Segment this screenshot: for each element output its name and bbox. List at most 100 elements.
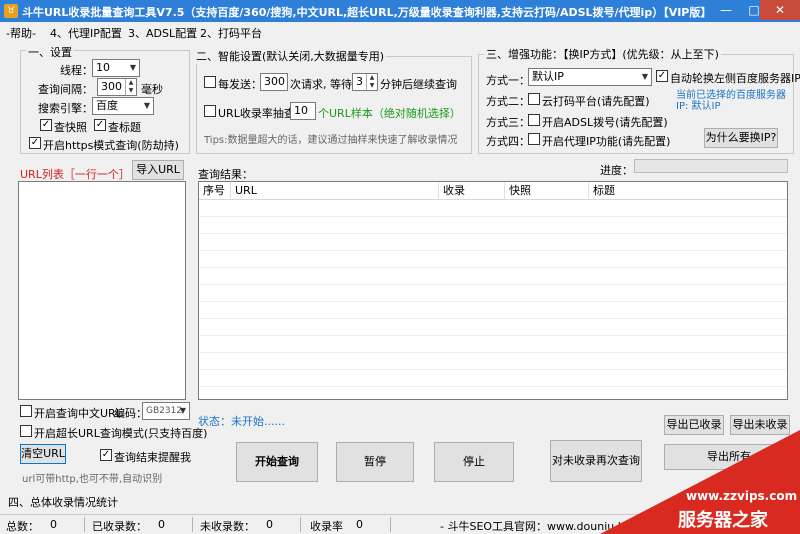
chevron-down-icon: ▼ [129, 63, 136, 72]
method2-checkbox[interactable] [528, 93, 540, 105]
interval-unit: 毫秒 [141, 83, 163, 96]
auto-switch-label: 自动轮换左侧百度服务器IP [670, 72, 800, 85]
clear-url-button[interactable]: 清空URL [20, 444, 66, 464]
col-header-index[interactable]: 序号 [199, 182, 231, 199]
wait-unit: 分钟后继续查询 [380, 78, 457, 91]
stats-title: 四、总体收录情况统计 [8, 496, 118, 509]
footer-website[interactable]: - 斗牛SEO工具官网：www.douniu.la [440, 518, 628, 534]
progress-bar [634, 159, 788, 173]
title-checkbox[interactable]: ✓ [94, 119, 106, 131]
method1-label: 方式一： [486, 74, 530, 87]
every-send-value: 300 [264, 75, 285, 88]
url-hint: url可带http,也可不带,自动识别 [22, 474, 163, 485]
col-header-title[interactable]: 标题 [589, 182, 787, 199]
spin-arrows-icon[interactable]: ▲ ▼ [366, 74, 377, 90]
chevron-down-icon: ▼ [641, 72, 648, 81]
engine-select[interactable]: 百度 ▼ [92, 97, 154, 115]
interval-label: 查询间隔： [38, 83, 93, 96]
long-url-checkbox[interactable] [20, 425, 32, 437]
app-bull-icon: ♉ [4, 4, 18, 18]
every-send-input[interactable]: 300 [260, 73, 288, 91]
results-label: 查询结果： [198, 168, 253, 181]
method3-label: 方式三： [486, 116, 530, 129]
encoding-select[interactable]: GB2312 ▼ [142, 402, 190, 420]
method3-checkbox[interactable] [528, 114, 540, 126]
requery-unindexed-button[interactable]: 对未收录再次查询 [550, 440, 642, 482]
header-divider [199, 199, 787, 200]
pause-button[interactable]: 暂停 [336, 442, 414, 482]
grid-line [199, 233, 787, 234]
minimize-button[interactable]: — [712, 0, 740, 20]
grid-line [199, 335, 787, 336]
chinese-url-label: 开启查询中文URL [34, 407, 122, 420]
auto-switch-checkbox[interactable]: ✓ [656, 70, 668, 82]
threads-value: 10 [96, 61, 110, 74]
snapshot-checkbox[interactable]: ✓ [40, 119, 52, 131]
status-separator [84, 517, 85, 532]
grid-line [199, 352, 787, 353]
col-header-url[interactable]: URL [231, 182, 439, 199]
threads-select[interactable]: 10 ▼ [92, 59, 140, 77]
grid-line [199, 267, 787, 268]
method4-checkbox[interactable] [528, 133, 540, 145]
col-header-indexed[interactable]: 收录 [439, 182, 505, 199]
tips-text: Tips:数据量超大的话，建议通过抽样来快速了解收录情况 [204, 135, 458, 146]
smart-group-title: 二、智能设置(默认关闭,大数据量专用) [194, 48, 387, 64]
remind-checkbox[interactable]: ✓ [100, 449, 112, 461]
sample-hint: 个URL样本（绝对随机选择） [318, 107, 461, 120]
https-label: 开启https模式查询(防劫持) [43, 139, 179, 152]
https-checkbox[interactable]: ✓ [29, 137, 41, 149]
method3-text: 开启ADSL拨号(请先配置) [542, 116, 668, 129]
menu-proxy-config[interactable]: 4、代理IP配置 [50, 25, 122, 41]
method2-label: 方式二： [486, 95, 530, 108]
status-text: 状态：未开始...... [198, 415, 285, 428]
chevron-down-icon: ▼ [179, 406, 186, 415]
grid-line [199, 284, 787, 285]
menu-captcha-platform[interactable]: 2、打码平台 [200, 25, 262, 41]
col-header-snapshot[interactable]: 快照 [505, 182, 589, 199]
wait-value: 3 [356, 75, 363, 88]
close-button[interactable]: ✕ [760, 0, 800, 20]
current-ip-line2: IP: 默认IP [676, 101, 721, 112]
spin-arrows-icon[interactable]: ▲ ▼ [125, 79, 136, 95]
threads-label: 线程： [60, 64, 93, 77]
results-grid[interactable]: 序号 URL 收录 快照 标题 [198, 181, 788, 400]
rate-value: 0 [356, 518, 363, 531]
grid-line [199, 318, 787, 319]
engine-label: 搜索引擎： [38, 102, 93, 115]
url-list-textarea[interactable] [18, 181, 186, 400]
grid-line [199, 386, 787, 387]
method2-text: 云打码平台(请先配置) [542, 95, 650, 108]
chinese-url-checkbox[interactable] [20, 405, 32, 417]
start-query-button[interactable]: 开始查询 [236, 442, 318, 482]
method1-select[interactable]: 默认IP ▼ [528, 68, 652, 86]
long-url-label: 开启超长URL查询模式(只支持百度) [34, 427, 208, 440]
url-list-label: URL列表［一行一个］ [20, 168, 130, 181]
settings-group-title: 一、设置 [26, 44, 74, 60]
wait-stepper[interactable]: 3 ▲ ▼ [352, 73, 378, 91]
enhance-group-title: 三、增强功能：【换IP方式】(优先级：从上至下) [484, 46, 721, 62]
watermark-url: www.zzvips.com [686, 489, 798, 503]
export-indexed-button[interactable]: 导出已收录 [664, 415, 724, 435]
grid-line [199, 250, 787, 251]
import-url-button[interactable]: 导入URL [132, 160, 184, 180]
encoding-value: GB2312 [146, 406, 183, 416]
menu-help[interactable]: -帮助- [6, 25, 36, 41]
method4-text: 开启代理IP功能(请先配置) [542, 135, 671, 148]
unindexed-label: 未收录数： [200, 520, 255, 533]
title-label: 查标题 [108, 121, 141, 134]
export-unindexed-button[interactable]: 导出未收录 [730, 415, 790, 435]
sample-checkbox[interactable] [204, 105, 216, 117]
interval-stepper[interactable]: 300 ▲ ▼ [97, 78, 137, 96]
method4-label: 方式四： [486, 135, 530, 148]
status-separator [300, 517, 301, 532]
why-switch-ip-button[interactable]: 为什么要换IP? [704, 128, 778, 148]
sample-input[interactable]: 10 [290, 102, 316, 120]
rate-label: 收录率 [310, 520, 343, 533]
interval-value: 300 [101, 80, 122, 93]
menu-adsl-config[interactable]: 3、ADSL配置 [128, 25, 197, 41]
status-separator [390, 517, 391, 532]
grid-line [199, 216, 787, 217]
stop-button[interactable]: 停止 [434, 442, 514, 482]
every-send-checkbox[interactable] [204, 76, 216, 88]
